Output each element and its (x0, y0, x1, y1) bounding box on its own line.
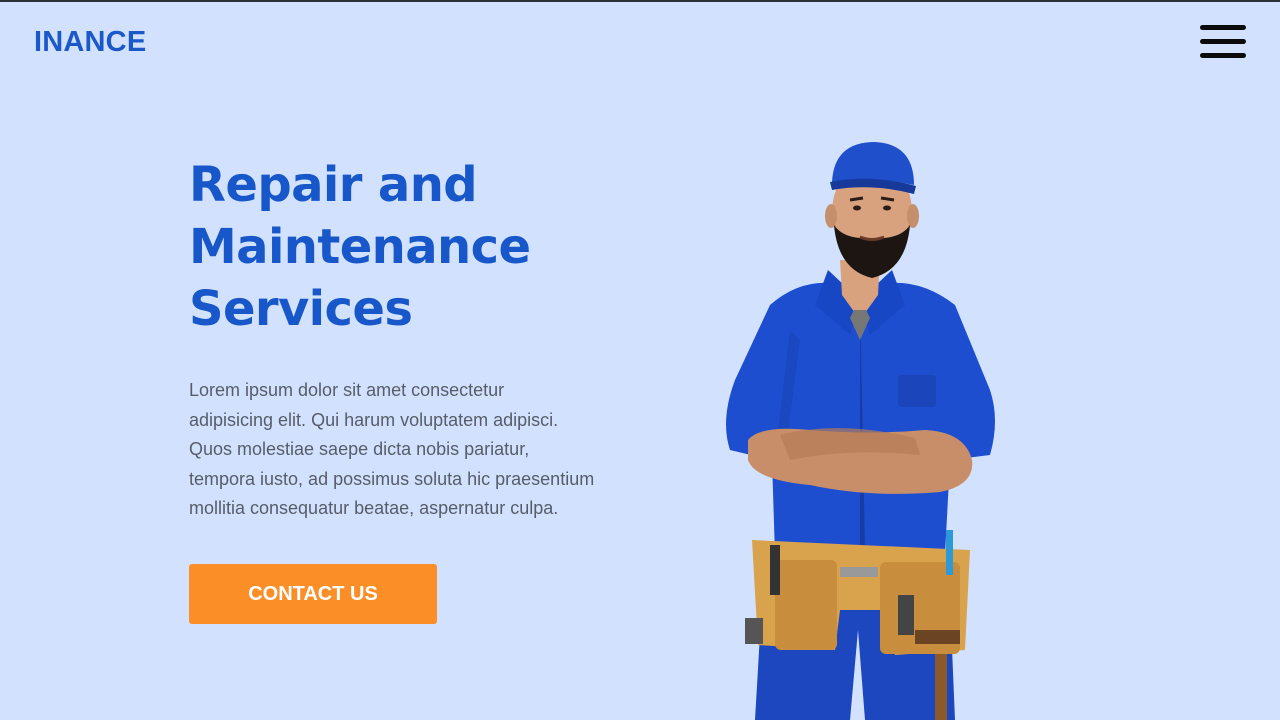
top-border (0, 0, 1280, 2)
hero-description: Lorem ipsum dolor sit amet consectetur a… (189, 380, 595, 518)
brand-logo-link[interactable]: INANCE (34, 24, 146, 60)
contact-us-button[interactable]: CONTACT US (189, 564, 437, 624)
hamburger-menu-button[interactable] (1196, 22, 1250, 62)
hero-title: Repair and Maintenance Services (189, 157, 531, 337)
repairman-image (726, 142, 995, 720)
hero-section: Repair and Maintenance Services Lorem ip… (189, 154, 649, 524)
